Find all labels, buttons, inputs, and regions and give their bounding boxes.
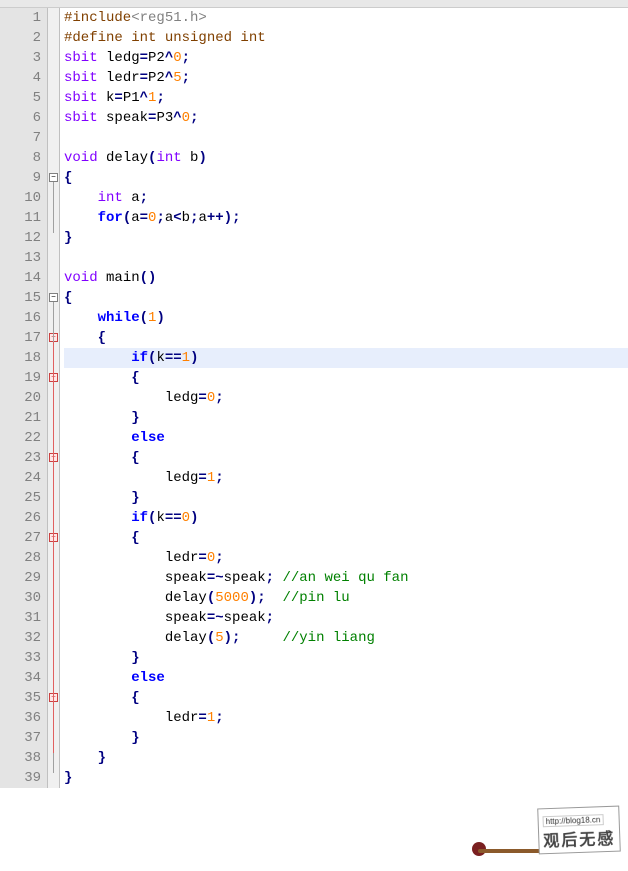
watermark-stamp: http://blog18.cn 观后无感 xyxy=(537,806,621,855)
line-number: 31 xyxy=(0,608,41,628)
line-number: 15 xyxy=(0,288,41,308)
code-line[interactable]: ledr=0; xyxy=(64,548,628,568)
code-line[interactable]: else xyxy=(64,668,628,688)
code-line[interactable]: #define int unsigned int xyxy=(64,28,628,48)
line-number: 16 xyxy=(0,308,41,328)
line-number: 17 xyxy=(0,328,41,348)
line-number: 23 xyxy=(0,448,41,468)
code-line[interactable]: sbit speak=P3^0; xyxy=(64,108,628,128)
line-number: 19 xyxy=(0,368,41,388)
code-line[interactable]: void delay(int b) xyxy=(64,148,628,168)
line-number: 24 xyxy=(0,468,41,488)
code-line[interactable]: speak=~speak; //an wei qu fan xyxy=(64,568,628,588)
code-line[interactable]: { xyxy=(64,328,628,348)
line-number: 8 xyxy=(0,148,41,168)
code-line[interactable] xyxy=(64,128,628,148)
code-line[interactable]: { xyxy=(64,368,628,388)
line-number: 12 xyxy=(0,228,41,248)
code-line[interactable]: if(k==0) xyxy=(64,508,628,528)
code-line[interactable]: sbit ledr=P2^5; xyxy=(64,68,628,88)
code-editor[interactable]: 1234567891011121314151617181920212223242… xyxy=(0,8,628,788)
code-line[interactable]: { xyxy=(64,288,628,308)
line-number: 26 xyxy=(0,508,41,528)
code-line[interactable]: { xyxy=(64,448,628,468)
line-number: 13 xyxy=(0,248,41,268)
line-number: 30 xyxy=(0,588,41,608)
code-line[interactable]: { xyxy=(64,528,628,548)
line-number: 11 xyxy=(0,208,41,228)
fold-toggle[interactable]: − xyxy=(49,293,58,302)
code-line[interactable]: } xyxy=(64,728,628,748)
line-number: 36 xyxy=(0,708,41,728)
code-line[interactable]: speak=~speak; xyxy=(64,608,628,628)
code-line[interactable]: for(a=0;a<b;a++); xyxy=(64,208,628,228)
code-line[interactable]: delay(5000); //pin lu xyxy=(64,588,628,608)
code-line[interactable]: { xyxy=(64,168,628,188)
watermark-text: 观后无感 xyxy=(543,825,616,851)
line-number: 2 xyxy=(0,28,41,48)
line-number: 10 xyxy=(0,188,41,208)
code-line[interactable]: while(1) xyxy=(64,308,628,328)
line-number: 4 xyxy=(0,68,41,88)
code-line[interactable]: } xyxy=(64,748,628,768)
code-line[interactable] xyxy=(64,248,628,268)
line-number: 34 xyxy=(0,668,41,688)
line-number: 33 xyxy=(0,648,41,668)
line-number: 3 xyxy=(0,48,41,68)
line-number-gutter: 1234567891011121314151617181920212223242… xyxy=(0,8,48,788)
line-number: 1 xyxy=(0,8,41,28)
line-number: 39 xyxy=(0,768,41,788)
line-number: 37 xyxy=(0,728,41,748)
code-line[interactable]: #include<reg51.h> xyxy=(64,8,628,28)
code-line[interactable]: sbit k=P1^1; xyxy=(64,88,628,108)
line-number: 20 xyxy=(0,388,41,408)
line-number: 7 xyxy=(0,128,41,148)
line-number: 27 xyxy=(0,528,41,548)
tab-bar[interactable] xyxy=(0,0,628,8)
line-number: 14 xyxy=(0,268,41,288)
code-area[interactable]: #include<reg51.h>#define int unsigned in… xyxy=(60,8,628,788)
code-line[interactable]: ledg=0; xyxy=(64,388,628,408)
line-number: 21 xyxy=(0,408,41,428)
code-line[interactable]: ledg=1; xyxy=(64,468,628,488)
code-line[interactable]: ledr=1; xyxy=(64,708,628,728)
code-line[interactable]: } xyxy=(64,488,628,508)
code-line[interactable]: } xyxy=(64,228,628,248)
code-line[interactable]: } xyxy=(64,768,628,788)
code-line[interactable]: { xyxy=(64,688,628,708)
line-number: 35 xyxy=(0,688,41,708)
line-number: 9 xyxy=(0,168,41,188)
line-number: 22 xyxy=(0,428,41,448)
line-number: 38 xyxy=(0,748,41,768)
code-line[interactable]: if(k==1) xyxy=(64,348,628,368)
code-line[interactable]: } xyxy=(64,648,628,668)
fold-column[interactable]: −−−−−−− xyxy=(48,8,60,788)
code-line[interactable]: void main() xyxy=(64,268,628,288)
code-line[interactable]: sbit ledg=P2^0; xyxy=(64,48,628,68)
code-line[interactable]: else xyxy=(64,428,628,448)
code-line[interactable]: delay(5); //yin liang xyxy=(64,628,628,648)
code-line[interactable]: int a; xyxy=(64,188,628,208)
line-number: 29 xyxy=(0,568,41,588)
line-number: 32 xyxy=(0,628,41,648)
line-number: 5 xyxy=(0,88,41,108)
code-line[interactable]: } xyxy=(64,408,628,428)
line-number: 18 xyxy=(0,348,41,368)
fold-toggle[interactable]: − xyxy=(49,173,58,182)
line-number: 28 xyxy=(0,548,41,568)
line-number: 25 xyxy=(0,488,41,508)
line-number: 6 xyxy=(0,108,41,128)
